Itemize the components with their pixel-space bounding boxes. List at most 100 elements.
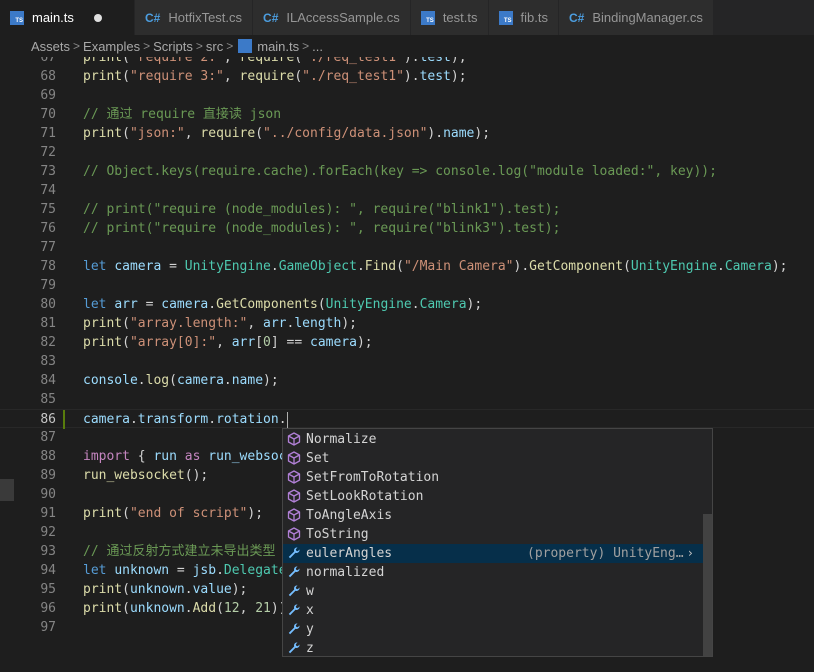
suggest-item[interactable]: z (283, 639, 703, 656)
breadcrumb-item[interactable]: main.ts (257, 39, 299, 54)
code-token: as (176, 449, 209, 464)
line-number: 95 (40, 582, 56, 597)
line-number: 84 (40, 373, 56, 388)
code-text[interactable]: run_websocket(); (83, 466, 208, 485)
code-token: UnityEngine (325, 297, 412, 312)
modified-line-marker (63, 410, 65, 429)
code-token: print (83, 601, 123, 616)
tab-bindingmanager-cs[interactable]: C# BindingManager.cs (558, 0, 714, 35)
text-cursor (286, 411, 288, 428)
code-token: ). (403, 69, 420, 84)
code-text[interactable]: print("array[0]:", arr[0] == camera); (83, 333, 373, 352)
code-token: ). (513, 259, 530, 274)
method-cube-icon (287, 451, 301, 465)
breadcrumb-separator-icon: > (143, 39, 151, 53)
tab-test-ts[interactable]: TS test.ts (410, 0, 489, 35)
code-token: length (294, 316, 342, 331)
code-token: ); (450, 69, 467, 84)
code-text[interactable]: // 通过反射方式建立未导出类型 (83, 542, 275, 561)
breadcrumb-item[interactable]: Assets (31, 39, 70, 54)
code-token: . (184, 601, 193, 616)
code-token: print (83, 335, 123, 350)
code-token: ( (122, 335, 130, 350)
suggest-item[interactable]: normalized (283, 563, 703, 582)
suggest-item[interactable]: y (283, 620, 703, 639)
code-token: 12 (223, 601, 240, 616)
code-token: = (137, 297, 162, 312)
code-token: unknown (129, 601, 185, 616)
code-text[interactable]: print("json:", require("../config/data.j… (83, 124, 490, 143)
code-token: ] == (270, 335, 310, 350)
line-number: 76 (40, 221, 56, 236)
code-text[interactable]: // print("require (node_modules): ", req… (83, 200, 560, 219)
code-token: "./req_test1" (302, 69, 404, 84)
suggest-label: z (306, 641, 314, 656)
suggest-item[interactable]: w (283, 582, 703, 601)
code-token: = (169, 563, 193, 578)
breadcrumb-item[interactable]: ... (312, 39, 323, 54)
unsaved-dot-icon[interactable] (93, 13, 102, 22)
tab-ilaccesssample-cs[interactable]: C# ILAccessSample.cs (253, 0, 411, 35)
breadcrumb-item[interactable]: Examples (83, 39, 140, 54)
code-text[interactable]: print(unknown.Add(12, 21)) (83, 599, 287, 618)
suggest-item[interactable]: Normalize (283, 430, 703, 449)
tab-label: main.ts (32, 10, 74, 25)
code-text[interactable]: let unknown = jsb.Delegate (83, 561, 287, 580)
code-line: 70 // 通过 require 直接读 json (0, 105, 814, 124)
code-text[interactable]: print("require 3:", require("./req_test1… (83, 67, 467, 86)
code-text[interactable]: let arr = camera.GetComponents(UnityEngi… (83, 295, 482, 314)
suggest-label: ToAngleAxis (306, 508, 393, 523)
code-text[interactable]: console.log(camera.name); (83, 371, 279, 390)
code-text[interactable]: // print("require (node_modules): ", req… (83, 219, 560, 238)
suggest-item[interactable]: x (283, 601, 703, 620)
code-token: print (83, 69, 123, 84)
breadcrumb-item[interactable]: src (206, 39, 223, 54)
code-line: 85 (0, 390, 814, 409)
line-number: 79 (40, 278, 56, 293)
suggest-item[interactable]: Set (283, 449, 703, 468)
csharp-file-icon: C# (145, 10, 161, 25)
code-token: "../config/data.json" (263, 126, 428, 141)
code-token: value (192, 582, 232, 597)
line-number: 67 (40, 57, 56, 65)
code-line: 71 print("json:", require("../config/data… (0, 124, 814, 143)
suggest-item[interactable]: SetFromToRotation (283, 468, 703, 487)
suggest-scrollbar[interactable] (703, 514, 712, 656)
tab-label: BindingManager.cs (592, 10, 703, 25)
code-text[interactable]: import { run as run_websoc (83, 447, 287, 466)
tab-fib-ts[interactable]: TS fib.ts (488, 0, 559, 35)
code-line: 82 print("array[0]:", arr[0] == camera); (0, 333, 814, 352)
code-token: ); (247, 506, 264, 521)
code-token: GameObject (278, 259, 357, 274)
suggest-item[interactable]: ToAngleAxis (283, 506, 703, 525)
code-token: let (83, 259, 115, 274)
code-text[interactable]: print("require 2:", require("./req_test1… (83, 57, 467, 67)
code-token: run_websocket (83, 468, 185, 483)
suggest-label: normalized (306, 565, 385, 580)
suggest-widget[interactable]: Normalize Set SetFromToRotation SetLookRota… (282, 428, 713, 657)
suggest-item[interactable]: eulerAngles (property) UnityEng… › (283, 544, 703, 563)
code-text[interactable]: // 通过 require 直接读 json (83, 105, 281, 124)
code-text[interactable]: camera.transform.rotation. (83, 410, 288, 429)
code-text[interactable]: let camera = UnityEngine.GameObject.Find… (83, 257, 787, 276)
tab-main-ts[interactable]: TS main.ts (0, 0, 135, 35)
code-text[interactable]: // Object.keys(require.cache).forEach(ke… (83, 162, 717, 181)
tab-hotfixtest-cs[interactable]: C# HotfixTest.cs (135, 0, 254, 35)
line-number: 80 (40, 297, 56, 312)
breadcrumb-item[interactable]: Scripts (153, 39, 193, 54)
code-text[interactable]: print("end of script"); (83, 504, 263, 523)
code-line: 75 // print("require (node_modules): ", r… (0, 200, 814, 219)
property-wrench-icon (287, 565, 301, 579)
property-wrench-icon (287, 622, 301, 636)
line-number: 93 (40, 544, 56, 559)
suggest-item[interactable]: ToString (283, 525, 703, 544)
suggest-item[interactable]: SetLookRotation (283, 487, 703, 506)
code-text[interactable]: print("array.length:", arr.length); (83, 314, 357, 333)
read-more-chevron-icon[interactable]: › (688, 544, 693, 563)
code-token: print (83, 57, 123, 65)
code-line: 74 (0, 181, 814, 200)
code-text[interactable]: print(unknown.value); (83, 580, 247, 599)
code-token: , (223, 69, 240, 84)
line-number: 87 (40, 430, 56, 445)
line-number: 90 (40, 487, 56, 502)
